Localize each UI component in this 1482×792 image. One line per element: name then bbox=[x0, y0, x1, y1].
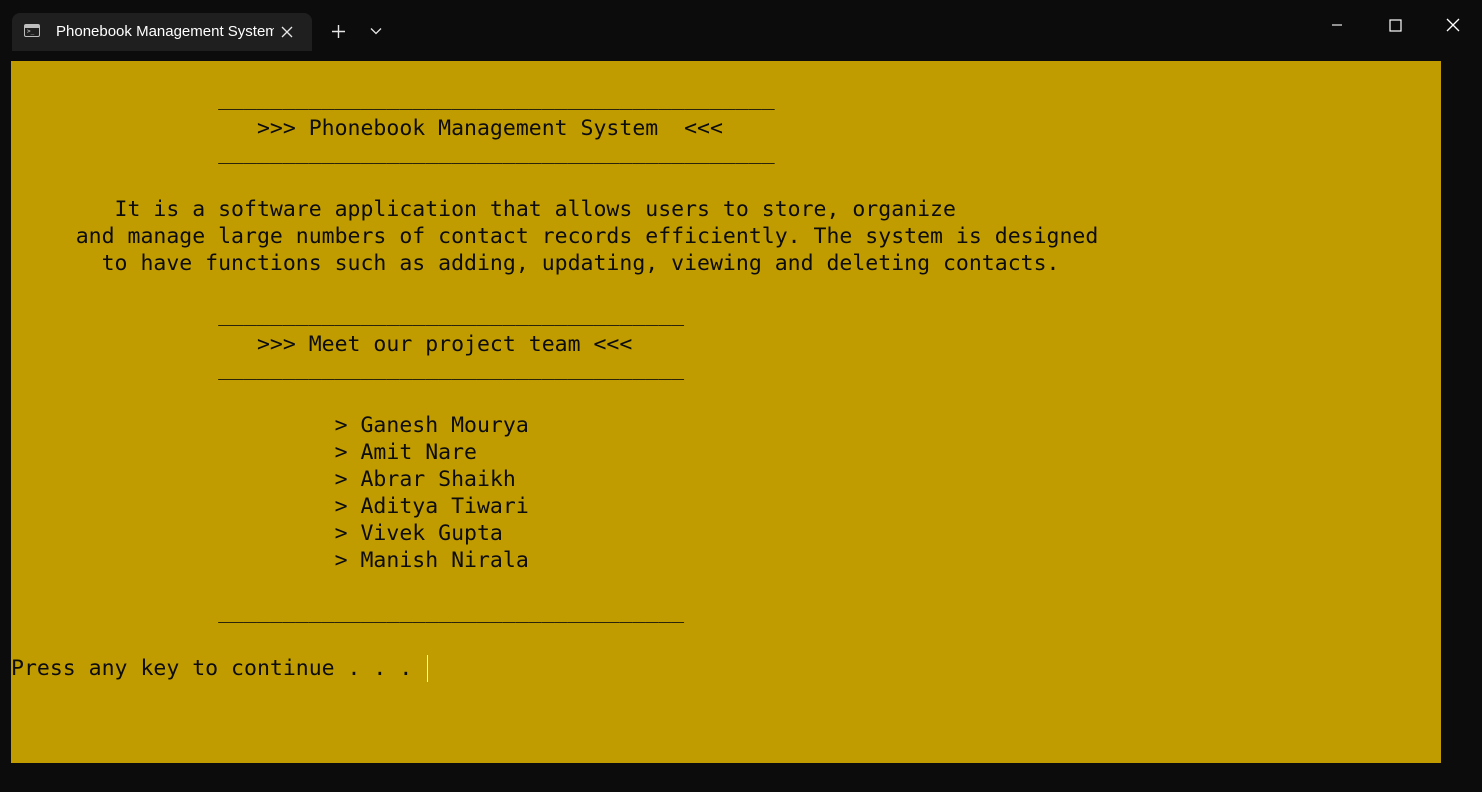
close-icon[interactable] bbox=[1424, 0, 1482, 50]
text-cursor bbox=[427, 655, 428, 682]
title-bar: >_ Phonebook Management System bbox=[0, 0, 1482, 61]
header-rule-bottom: ________________________________________… bbox=[11, 140, 775, 165]
team-member: > Amit Nare bbox=[11, 440, 477, 465]
team-member: > Ganesh Mourya bbox=[11, 413, 529, 438]
description-line-3: to have functions such as adding, updati… bbox=[11, 251, 1060, 276]
terminal-icon-glyph: >_ bbox=[27, 28, 35, 35]
team-rule-top: ____________________________________ bbox=[11, 302, 685, 327]
plus-icon[interactable] bbox=[324, 17, 352, 45]
footer-rule: ____________________________________ bbox=[11, 599, 685, 624]
tab-phonebook[interactable]: >_ Phonebook Management System bbox=[12, 13, 312, 51]
description-line-2: and manage large numbers of contact reco… bbox=[11, 224, 1099, 249]
terminal-output[interactable]: ____________________________________ ____… bbox=[11, 61, 1441, 763]
team-heading: >>> Meet our project team <<< bbox=[11, 332, 633, 357]
minimize-icon[interactable] bbox=[1308, 0, 1366, 50]
team-member: > Abrar Shaikh bbox=[11, 467, 516, 492]
description-line-1: It is a software application that allows… bbox=[11, 197, 956, 222]
scrollbar-track[interactable] bbox=[1441, 61, 1482, 763]
maximize-icon[interactable] bbox=[1366, 0, 1424, 50]
header-rule-top: ________________________________________… bbox=[11, 86, 775, 111]
team-member: > Aditya Tiwari bbox=[11, 494, 529, 519]
close-icon[interactable] bbox=[276, 21, 298, 43]
chevron-down-icon[interactable] bbox=[362, 17, 390, 45]
team-member: > Vivek Gupta bbox=[11, 521, 503, 546]
team-rule-bottom: ____________________________________ bbox=[11, 356, 685, 381]
app-title: >>> Phonebook Management System <<< bbox=[11, 116, 723, 141]
continue-prompt: Press any key to continue . . . bbox=[11, 656, 413, 681]
terminal-window: >_ Phonebook Management System _________… bbox=[0, 0, 1482, 792]
tab-title: Phonebook Management System bbox=[56, 23, 274, 40]
terminal-icon: >_ bbox=[24, 24, 40, 37]
team-member: > Manish Nirala bbox=[11, 548, 529, 573]
